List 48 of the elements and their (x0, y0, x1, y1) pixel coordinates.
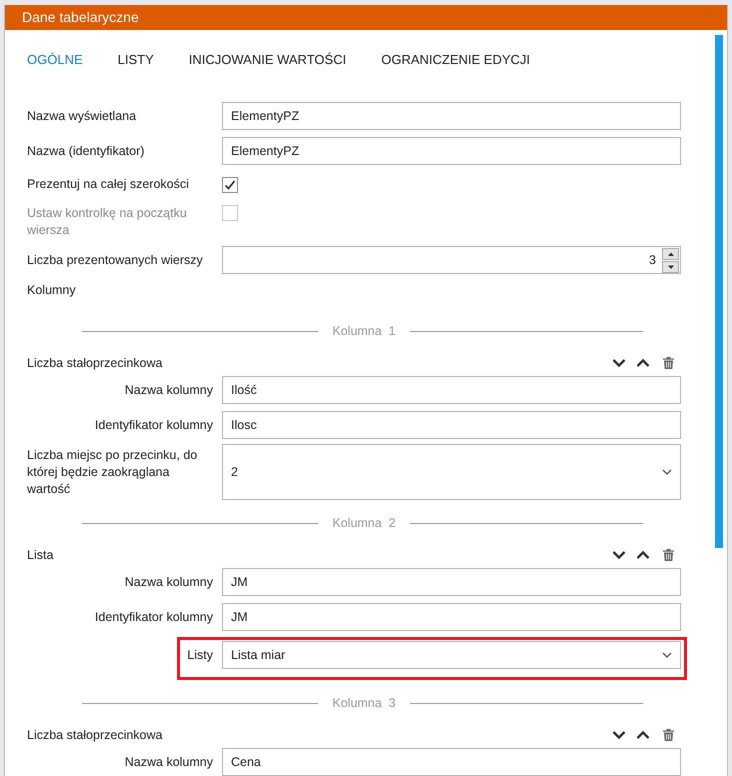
number-field[interactable]: 3 (222, 246, 681, 274)
field-label: Prezentuj na całej szerokości (27, 176, 190, 194)
tab[interactable]: OGRANICZENIE EDYCJI (381, 51, 530, 68)
column-type: Lista (27, 546, 54, 564)
checkbox[interactable] (222, 176, 238, 193)
delete-button[interactable] (661, 548, 675, 562)
input-field[interactable]: Cena (222, 748, 681, 776)
delete-button[interactable] (661, 356, 675, 370)
window-title: Dane tabelaryczne (5, 5, 727, 30)
triangle-up-icon (666, 250, 674, 257)
scrollbar-thumb[interactable] (715, 35, 723, 548)
dropdown[interactable]: 2 (222, 444, 681, 500)
field-label: Liczba prezentowanych wierszy (27, 252, 204, 269)
chevron-down-icon (662, 469, 672, 475)
field-label: Ustaw kontrolkę na początku wiersza (27, 205, 188, 240)
field-label: Identyfikator kolumny (94, 416, 213, 434)
field-label: Identyfikator kolumny (94, 608, 213, 626)
input-field[interactable]: Ilosc (222, 411, 681, 439)
tab[interactable]: LISTY (118, 51, 154, 68)
divider-label: Kolumna 2 (331, 514, 397, 532)
field-label: Nazwa wyświetlana (27, 108, 138, 125)
triangle-down-icon (666, 264, 674, 270)
move-down-button[interactable] (612, 548, 626, 562)
delete-button[interactable] (661, 728, 675, 742)
section-heading: Kolumny (27, 282, 77, 299)
spin-down-button[interactable] (662, 260, 679, 273)
move-down-button[interactable] (612, 728, 626, 742)
input-field[interactable]: ElementyPZ (222, 137, 681, 166)
spin-up-button[interactable] (662, 248, 679, 260)
field-label: Nazwa kolumny (124, 754, 213, 770)
divider-label: Kolumna 1 (331, 322, 397, 340)
input-field[interactable]: Ilość (222, 376, 681, 404)
move-down-button[interactable] (612, 356, 626, 370)
divider-label: Kolumna 3 (331, 694, 397, 712)
field-label: Nazwa kolumny (124, 574, 213, 590)
chevron-down-icon (662, 652, 672, 658)
input-field[interactable]: ElementyPZ (222, 102, 681, 130)
input-field[interactable]: JM (222, 568, 681, 596)
input-field[interactable]: JM (222, 603, 681, 631)
column-type: Liczba stałoprzecinkowa (27, 726, 164, 744)
tab[interactable]: OGÓLNE (27, 51, 83, 68)
column-type: Liczba stałoprzecinkowa (27, 354, 164, 372)
field-label: Liczba miejsc po przecinku, do której będzie zaokrąglana wartość (27, 446, 198, 498)
field-label: Listy (187, 646, 213, 664)
dropdown[interactable]: Lista miar (222, 641, 681, 669)
field-label: Nazwa (identyfikator) (27, 142, 146, 160)
tab[interactable]: INICJOWANIE WARTOŚCI (188, 51, 346, 68)
field-label: Nazwa kolumny (124, 382, 213, 398)
